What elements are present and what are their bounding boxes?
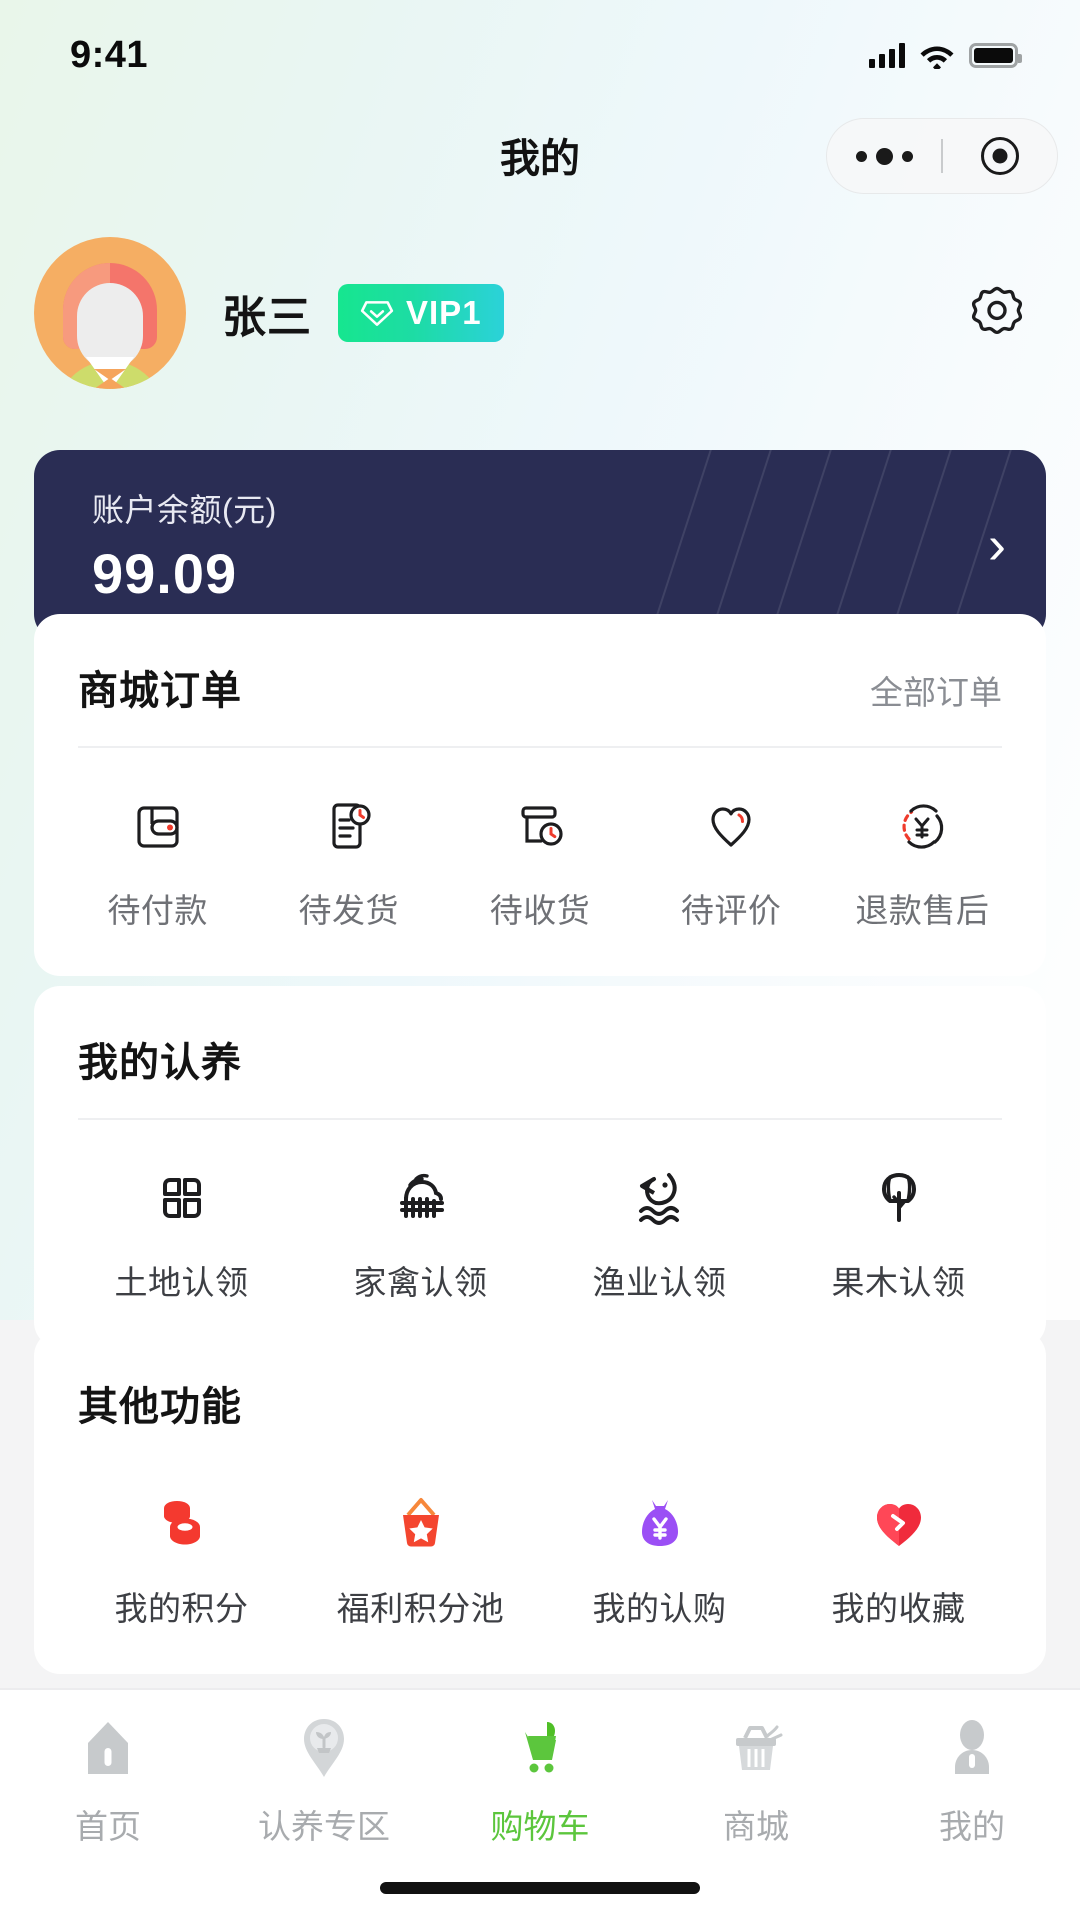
orders-header: 商城订单 全部订单 — [34, 614, 1046, 716]
all-orders-link[interactable]: 全部订单 — [870, 666, 1002, 714]
other-item-my-favorites[interactable]: 我的收藏 — [779, 1488, 1018, 1630]
order-item-pending-receipt[interactable]: 待收货 — [444, 790, 635, 932]
diamond-icon — [360, 301, 394, 326]
order-item-label: 待付款 — [107, 892, 208, 929]
other-item-welfare-pool[interactable]: 福利积分池 — [301, 1488, 540, 1630]
refund-yuan-icon — [890, 790, 954, 862]
wifi-icon — [920, 46, 954, 69]
target-circle-icon[interactable] — [943, 137, 1057, 175]
other-item-label: 我的收藏 — [831, 1590, 966, 1627]
order-item-label: 待发货 — [298, 892, 400, 929]
balance-value: 99.09 — [92, 541, 238, 605]
other-item-label: 福利积分池 — [336, 1590, 505, 1627]
other-item-label: 我的积分 — [114, 1590, 249, 1627]
sprout-badge-icon — [293, 1712, 355, 1784]
home-icon — [77, 1712, 139, 1784]
heart-outline-icon — [699, 790, 763, 862]
miniprogram-capsule[interactable] — [826, 118, 1058, 194]
coins-icon — [149, 1488, 215, 1560]
adoption-item-label: 土地认领 — [114, 1264, 249, 1301]
order-item-pending-review[interactable]: 待评价 — [636, 790, 827, 932]
status-bar: 9:41 — [0, 0, 1080, 110]
avatar-face — [77, 283, 143, 369]
adoption-item-label: 家禽认领 — [353, 1264, 488, 1301]
adoption-header: 我的认养 — [34, 986, 1046, 1088]
tree-icon — [866, 1162, 932, 1234]
gear-icon[interactable] — [966, 282, 1028, 344]
order-item-refund[interactable]: 退款售后 — [827, 790, 1018, 932]
vip-label: VIP1 — [406, 294, 482, 331]
tab-label: 购物车 — [490, 1808, 590, 1845]
home-indicator — [380, 1882, 700, 1894]
cellular-signal-icon — [869, 42, 905, 68]
adoption-item-poultry[interactable]: 家禽认领 — [301, 1162, 540, 1304]
shopping-cart-icon — [507, 1712, 573, 1784]
order-item-label: 待评价 — [680, 892, 782, 929]
other-functions-card: 其他功能 我的积分 福利积分池 我的认购 我的收藏 — [34, 1330, 1046, 1674]
money-bag-yuan-icon — [627, 1488, 693, 1560]
tab-label: 首页 — [75, 1808, 141, 1845]
tab-shopping-cart[interactable]: 购物车 — [432, 1712, 648, 1848]
mall-orders-card: 商城订单 全部订单 待付款 待发货 待收货 待评价 退款售后 — [34, 614, 1046, 976]
box-clock-icon — [508, 790, 572, 862]
vip-badge[interactable]: VIP1 — [338, 284, 504, 342]
tab-label: 我的 — [939, 1808, 1005, 1845]
document-clock-icon — [317, 790, 381, 862]
other-title: 其他功能 — [78, 1385, 242, 1429]
chevron-right-icon[interactable]: › — [988, 518, 1006, 572]
tab-profile[interactable]: 我的 — [864, 1712, 1080, 1848]
profile-row[interactable]: 张三 VIP1 — [0, 237, 1080, 389]
other-item-my-subscription[interactable]: 我的认购 — [540, 1488, 779, 1630]
battery-icon — [969, 42, 1022, 68]
store-basket-icon — [723, 1712, 789, 1784]
my-adoption-card: 我的认养 土地认领 家禽认领 渔业认领 果木认领 — [34, 986, 1046, 1348]
tab-mall[interactable]: 商城 — [648, 1712, 864, 1848]
basket-star-icon — [388, 1488, 454, 1560]
user-name: 张三 — [222, 293, 312, 342]
status-time: 9:41 — [70, 33, 149, 76]
adoption-item-label: 果木认领 — [831, 1264, 966, 1301]
adoption-item-fruit-tree[interactable]: 果木认领 — [779, 1162, 1018, 1304]
tab-label: 认养专区 — [258, 1808, 390, 1845]
status-icons — [869, 42, 1022, 69]
tab-home[interactable]: 首页 — [0, 1712, 216, 1848]
heart-filled-icon — [866, 1488, 932, 1560]
avatar[interactable] — [34, 237, 186, 389]
other-grid: 我的积分 福利积分池 我的认购 我的收藏 — [34, 1432, 1046, 1674]
orders-title: 商城订单 — [78, 669, 242, 713]
nav-bar: 我的 — [0, 112, 1080, 202]
tab-label: 商城 — [723, 1808, 789, 1845]
balance-texts: 账户余额(元) 99.09 — [92, 485, 277, 606]
other-header: 其他功能 — [34, 1330, 1046, 1432]
balance-card[interactable]: 账户余额(元) 99.09 › — [34, 450, 1046, 640]
order-item-pending-payment[interactable]: 待付款 — [62, 790, 253, 932]
more-dots-icon[interactable] — [827, 147, 941, 165]
page-root: 9:41 我的 张三 VIP1 账户余额(元) 99.09 › 商城订单 全部订… — [0, 0, 1080, 1920]
other-item-label: 我的认购 — [592, 1590, 727, 1627]
poultry-icon — [386, 1162, 456, 1234]
fish-icon — [625, 1162, 695, 1234]
wallet-icon — [126, 790, 190, 862]
orders-grid: 待付款 待发货 待收货 待评价 退款售后 — [34, 748, 1046, 976]
order-item-label: 待收货 — [489, 892, 591, 929]
adoption-item-land[interactable]: 土地认领 — [62, 1162, 301, 1304]
adoption-item-fishery[interactable]: 渔业认领 — [540, 1162, 779, 1304]
person-icon — [941, 1712, 1003, 1784]
tab-adoption-zone[interactable]: 认养专区 — [216, 1712, 432, 1848]
other-item-my-points[interactable]: 我的积分 — [62, 1488, 301, 1630]
adoption-grid: 土地认领 家禽认领 渔业认领 果木认领 — [34, 1120, 1046, 1348]
land-grid-icon — [149, 1162, 215, 1234]
adoption-item-label: 渔业认领 — [592, 1264, 727, 1301]
order-item-label: 退款售后 — [855, 892, 990, 929]
adoption-title: 我的认养 — [78, 1041, 242, 1085]
order-item-pending-shipment[interactable]: 待发货 — [253, 790, 444, 932]
balance-label: 账户余额(元) — [92, 491, 277, 528]
